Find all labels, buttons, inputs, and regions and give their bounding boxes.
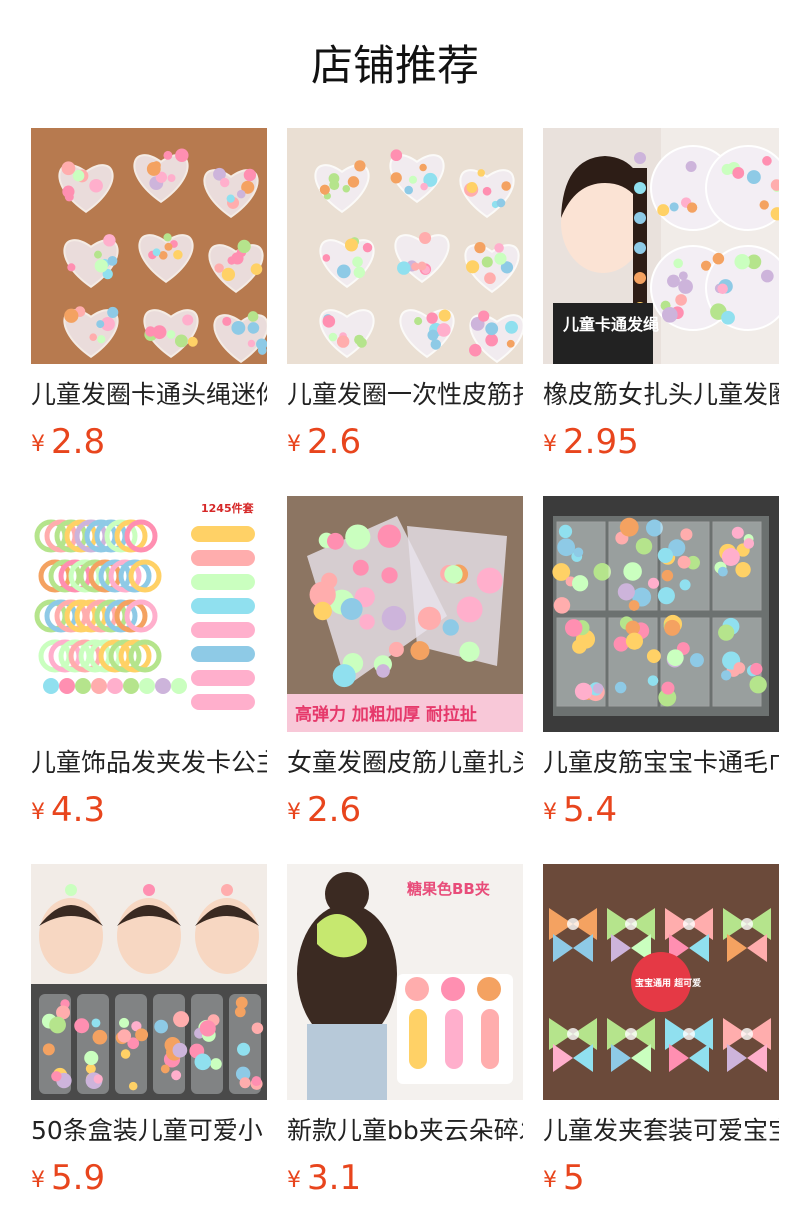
price-value: 2.6 <box>307 790 362 830</box>
overlay-text: 高弹力 加粗加厚 耐拉扯 <box>295 704 477 725</box>
product-price: ¥3.1 <box>287 1156 523 1200</box>
price-value: 5.9 <box>51 1158 106 1198</box>
currency-symbol: ¥ <box>31 432 45 457</box>
product-photo-illustration <box>543 496 779 732</box>
product-name: 橡皮筋女扎头儿童发圈 <box>543 380 779 409</box>
product-price: ¥2.95 <box>543 420 779 464</box>
product-name: 儿童皮筋宝宝卡通毛巾 <box>543 748 779 777</box>
product-image[interactable] <box>31 128 267 364</box>
price-value: 2.6 <box>307 422 362 462</box>
currency-symbol: ¥ <box>287 432 301 457</box>
overlay-text: 宝宝通用 超可爱 <box>635 977 701 989</box>
currency-symbol: ¥ <box>543 800 557 825</box>
product-name: 儿童饰品发夹发卡公主 <box>31 748 267 777</box>
product-price: ¥4.3 <box>31 788 267 832</box>
product-price: ¥5.9 <box>31 1156 267 1200</box>
product-card-8[interactable]: 糖果色BB夹 新款儿童bb夹云朵碎发 ¥3.1 <box>287 864 523 1232</box>
product-card-3[interactable]: 儿童卡通发绳 橡皮筋女扎头儿童发圈 ¥2.95 <box>543 128 779 496</box>
currency-symbol: ¥ <box>543 432 557 457</box>
product-photo-illustration <box>31 128 267 364</box>
currency-symbol: ¥ <box>31 1168 45 1193</box>
product-image[interactable]: 宝宝通用 超可爱 <box>543 864 779 1100</box>
product-image[interactable] <box>31 864 267 1100</box>
product-card-5[interactable]: 高弹力 加粗加厚 耐拉扯 女童发圈皮筋儿童扎头 ¥2.6 <box>287 496 523 864</box>
product-photo-illustration <box>287 128 523 364</box>
product-price: ¥2.6 <box>287 420 523 464</box>
page-title: 店铺推荐 <box>310 41 479 90</box>
product-price: ¥5 <box>543 1156 779 1200</box>
product-photo-illustration: 高弹力 加粗加厚 耐拉扯 <box>287 496 523 732</box>
price-value: 5 <box>563 1158 585 1198</box>
product-image[interactable]: 儿童卡通发绳 <box>543 128 779 364</box>
product-price: ¥2.8 <box>31 420 267 464</box>
price-value: 2.8 <box>51 422 106 462</box>
product-card-4[interactable]: 1245件套 儿童饰品发夹发卡公主 ¥4.3 <box>31 496 267 864</box>
product-photo-illustration <box>31 864 267 1100</box>
product-name: 儿童发圈一次性皮筋扎头 <box>287 380 523 409</box>
currency-symbol: ¥ <box>287 800 301 825</box>
currency-symbol: ¥ <box>287 1168 301 1193</box>
product-image[interactable]: 高弹力 加粗加厚 耐拉扯 <box>287 496 523 732</box>
product-price: ¥5.4 <box>543 788 779 832</box>
product-name: 儿童发圈卡通头绳迷你 <box>31 380 267 409</box>
price-value: 3.1 <box>307 1158 362 1198</box>
product-card-7[interactable]: 50条盒装儿童可爱小 ¥5.9 <box>31 864 267 1232</box>
product-photo-illustration: 糖果色BB夹 <box>287 864 523 1100</box>
product-grid: 儿童发圈卡通头绳迷你 ¥2.8 儿童发圈一次性皮筋扎头 ¥2.6 儿童卡通发绳 … <box>31 128 779 1232</box>
overlay-text: 糖果色BB夹 <box>407 880 490 898</box>
product-image[interactable]: 糖果色BB夹 <box>287 864 523 1100</box>
product-photo-illustration: 宝宝通用 超可爱 <box>543 864 779 1100</box>
overlay-text: 1245件套 <box>201 501 255 515</box>
product-card-1[interactable]: 儿童发圈卡通头绳迷你 ¥2.8 <box>31 128 267 496</box>
product-card-2[interactable]: 儿童发圈一次性皮筋扎头 ¥2.6 <box>287 128 523 496</box>
product-card-6[interactable]: 儿童皮筋宝宝卡通毛巾 ¥5.4 <box>543 496 779 864</box>
price-value: 4.3 <box>51 790 106 830</box>
price-value: 5.4 <box>563 790 618 830</box>
product-name: 女童发圈皮筋儿童扎头 <box>287 748 523 777</box>
product-image[interactable] <box>543 496 779 732</box>
product-name: 儿童发夹套装可爱宝宝 <box>543 1116 779 1145</box>
product-price: ¥2.6 <box>287 788 523 832</box>
product-name: 50条盒装儿童可爱小 <box>31 1116 263 1145</box>
product-photo-illustration: 1245件套 <box>31 496 267 732</box>
currency-symbol: ¥ <box>31 800 45 825</box>
product-image[interactable]: 1245件套 <box>31 496 267 732</box>
price-value: 2.95 <box>563 422 639 462</box>
product-photo-illustration: 儿童卡通发绳 <box>543 128 779 364</box>
product-image[interactable] <box>287 128 523 364</box>
currency-symbol: ¥ <box>543 1168 557 1193</box>
product-name: 新款儿童bb夹云朵碎发 <box>287 1116 523 1145</box>
product-card-9[interactable]: 宝宝通用 超可爱 儿童发夹套装可爱宝宝 ¥5 <box>543 864 779 1232</box>
overlay-text: 儿童卡通发绳 <box>562 315 659 334</box>
